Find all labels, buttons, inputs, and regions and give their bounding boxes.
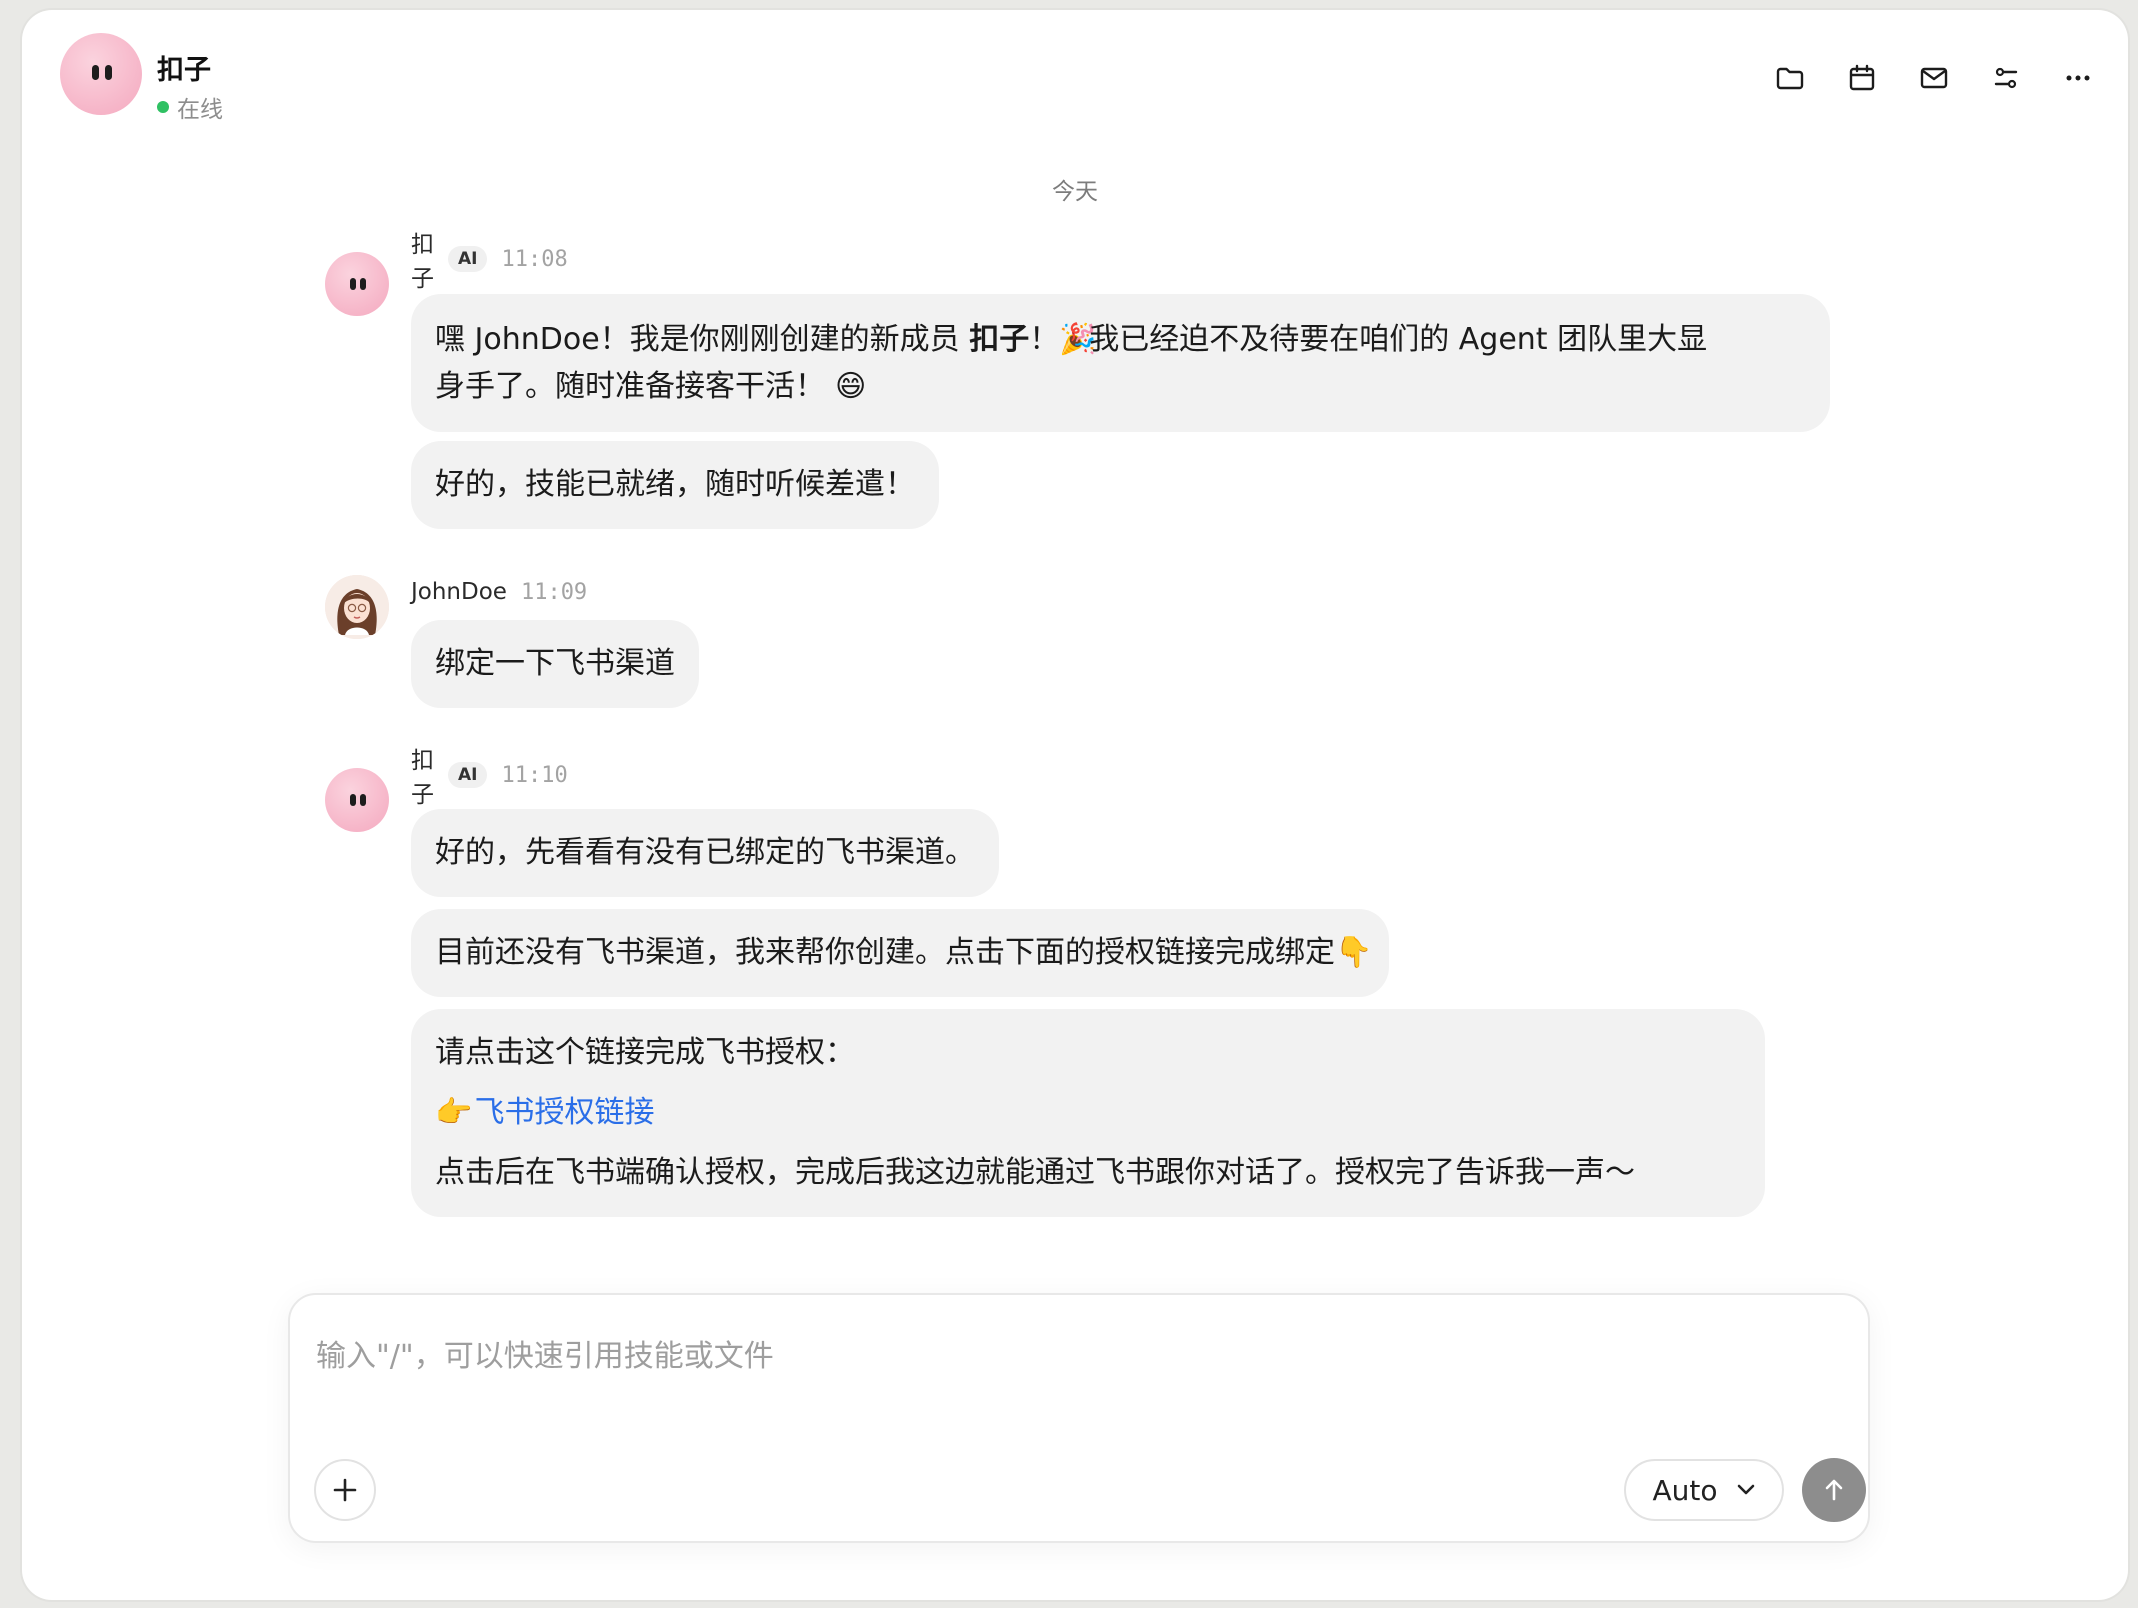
feishu-auth-link[interactable]: 飞书授权链接 xyxy=(475,1095,655,1130)
avatar-eye xyxy=(350,794,356,806)
online-status: 在线 xyxy=(157,90,223,124)
message-text: 我已经迫不及待要在咱们的 Agent 团队里大显 xyxy=(1089,322,1708,357)
calendar-icon[interactable] xyxy=(1846,62,1878,94)
point-down-emoji-icon: 👇 xyxy=(1335,935,1373,970)
message-bubble: 嘿 JohnDoe！我是你刚刚创建的新成员 扣子！🎉我已经迫不及待要在咱们的 A… xyxy=(411,294,1830,432)
bot-avatar[interactable] xyxy=(325,252,389,316)
grin-emoji-icon: 😄 xyxy=(835,369,867,404)
chevron-down-icon xyxy=(1737,1484,1754,1495)
bot-name-bold: 扣子 xyxy=(969,322,1030,357)
contact-name: 扣子 xyxy=(157,55,211,86)
model-mode-select[interactable]: Auto xyxy=(1624,1459,1784,1521)
avatar-eye xyxy=(360,278,366,290)
message-bubble: 绑定一下飞书渠道 xyxy=(411,620,699,708)
message-text: 嘿 JohnDoe！我是你刚刚创建的新成员 xyxy=(435,322,970,357)
folder-icon[interactable] xyxy=(1774,62,1806,94)
party-emoji-icon: 🎉 xyxy=(1059,322,1097,357)
message-text: 好的，技能已就绪，随时听候差遣！ xyxy=(435,467,915,502)
status-text: 在线 xyxy=(177,97,223,123)
message-meta: 扣子 AI 11:08 xyxy=(411,232,568,292)
point-right-emoji-icon: 👉 xyxy=(435,1095,473,1130)
sender-name: 扣子 xyxy=(411,748,434,808)
message-bubble: 目前还没有飞书渠道，我来帮你创建。点击下面的授权链接完成绑定👇 xyxy=(411,909,1389,997)
avatar-eye xyxy=(350,278,356,290)
message-meta: JohnDoe 11:09 xyxy=(411,575,587,609)
header-toolbar xyxy=(1774,62,2094,94)
message-text: ！ xyxy=(1029,322,1060,357)
avatar-eye xyxy=(92,65,99,80)
settings-sliders-icon[interactable] xyxy=(1990,62,2022,94)
message-bubble: 请点击这个链接完成飞书授权： 👉 飞书授权链接 点击后在飞书端确认授权，完成后我… xyxy=(411,1009,1765,1217)
ai-badge: AI xyxy=(448,762,488,788)
online-dot-icon xyxy=(157,101,169,113)
composer-input[interactable]: 输入"/"，可以快速引用技能或文件 xyxy=(316,1331,774,1375)
avatar-eye xyxy=(105,65,112,80)
bot-avatar[interactable] xyxy=(325,768,389,832)
chat-window: 扣子 在线 今天 扣子 AI 11:08 嘿 JohnDoe！我是你刚刚创建的新… xyxy=(22,10,2128,1600)
message-bubble: 好的，技能已就绪，随时听候差遣！ xyxy=(411,441,939,529)
message-text: 好的，先看看有没有已绑定的飞书渠道。 xyxy=(435,835,975,870)
message-time: 11:09 xyxy=(520,579,588,605)
sender-name: JohnDoe xyxy=(411,579,507,605)
message-bubble: 好的，先看看有没有已绑定的飞书渠道。 xyxy=(411,809,999,897)
message-time: 11:08 xyxy=(501,246,568,272)
more-icon[interactable] xyxy=(2062,62,2094,94)
auth-link-row: 👉 飞书授权链接 xyxy=(435,1083,1741,1143)
message-composer[interactable]: 输入"/"，可以快速引用技能或文件 Auto xyxy=(288,1293,1870,1543)
message-text: 身手了。随时准备接客干活！ xyxy=(435,369,825,404)
message-text: 绑定一下飞书渠道 xyxy=(435,646,675,681)
message-time: 11:10 xyxy=(501,762,568,788)
send-button[interactable] xyxy=(1802,1458,1866,1522)
model-mode-label: Auto xyxy=(1652,1473,1718,1507)
ai-badge: AI xyxy=(448,246,488,272)
message-text: 目前还没有飞书渠道，我来帮你创建。点击下面的授权链接完成绑定 xyxy=(435,935,1335,970)
plus-icon xyxy=(333,1478,357,1502)
message-meta: 扣子 AI 11:10 xyxy=(411,748,568,808)
add-attachment-button[interactable] xyxy=(314,1459,376,1521)
message-text: 请点击这个链接完成飞书授权： xyxy=(435,1035,855,1070)
user-avatar[interactable] xyxy=(325,575,389,639)
avatar-eye xyxy=(360,794,366,806)
chat-header: 扣子 在线 xyxy=(22,10,2128,130)
arrow-up-icon xyxy=(1825,1479,1843,1501)
date-separator: 今天 xyxy=(1052,179,1098,205)
mail-icon[interactable] xyxy=(1918,62,1950,94)
message-text: 点击后在飞书端确认授权，完成后我这边就能通过飞书跟你对话了。授权完了告诉我一声～ xyxy=(435,1155,1635,1190)
bot-avatar[interactable] xyxy=(60,33,142,115)
sender-name: 扣子 xyxy=(411,232,434,292)
